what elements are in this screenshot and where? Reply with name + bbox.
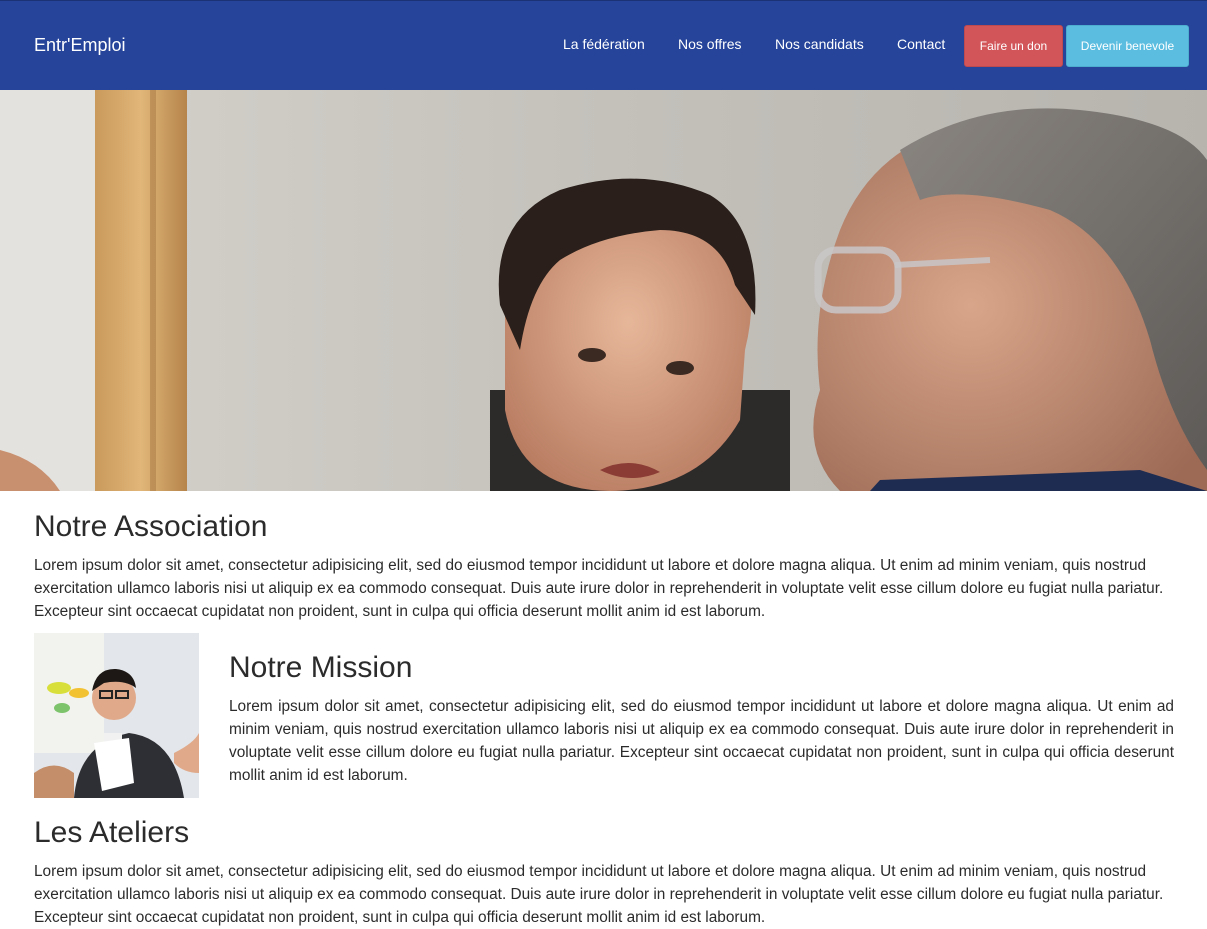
brand-logo-link[interactable]: Entr'Emploi [34, 35, 125, 56]
navbar: Entr'Emploi La fédération Nos offres Nos… [0, 0, 1207, 90]
nav-link-candidats[interactable]: Nos candidats [775, 36, 864, 52]
nav-link-federation[interactable]: La fédération [563, 36, 645, 52]
ateliers-text: Lorem ipsum dolor sit amet, consectetur … [34, 863, 1164, 926]
association-heading: Notre Association [34, 510, 268, 543]
mission-text: Lorem ipsum dolor sit amet, consectetur … [229, 698, 1174, 784]
hero-image [0, 90, 1207, 491]
ateliers-heading: Les Ateliers [34, 816, 190, 849]
association-text: Lorem ipsum dolor sit amet, consectetur … [34, 557, 1164, 620]
mission-photo-illustration [34, 633, 199, 798]
nav-link-offres[interactable]: Nos offres [678, 36, 742, 52]
hero-photo-illustration [0, 90, 1207, 491]
nav-link-contact[interactable]: Contact [897, 36, 945, 52]
donate-button[interactable]: Faire un don [964, 25, 1063, 67]
mission-heading: Notre Mission [229, 651, 413, 684]
volunteer-button[interactable]: Devenir benevole [1066, 25, 1189, 67]
mission-photo [34, 633, 199, 798]
